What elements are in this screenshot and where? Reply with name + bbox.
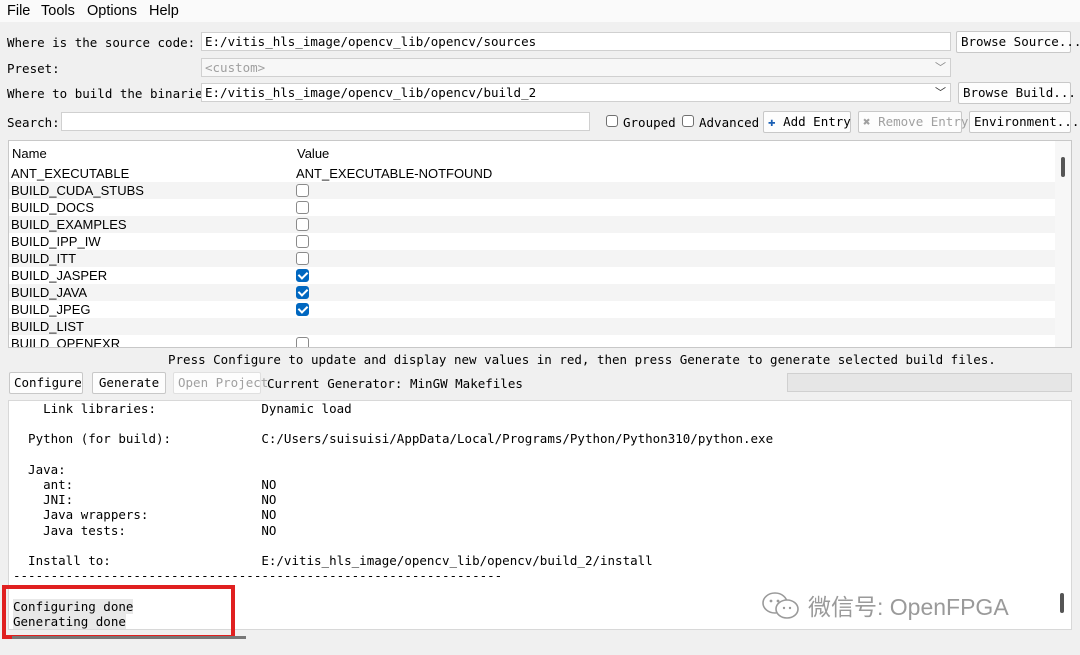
output-line: Link libraries: Dynamic load [13, 401, 352, 416]
browse-source-button[interactable]: Browse Source... [956, 31, 1080, 53]
table-row[interactable]: BUILD_DOCS [9, 199, 1056, 216]
menu-bar: File Tools Options Help [0, 0, 1080, 22]
grouped-checkbox[interactable] [606, 115, 618, 127]
row-name: BUILD_EXAMPLES [11, 217, 127, 232]
build-label: Where to build the binaries: [7, 86, 218, 101]
build-path-value: E:/vitis_hls_image/opencv_lib/opencv/bui… [205, 85, 537, 100]
source-label: Where is the source code: [7, 35, 196, 50]
row-value-checkbox[interactable] [296, 269, 309, 282]
plus-icon: ✚ [768, 114, 776, 129]
configure-button[interactable]: Configure [9, 372, 83, 394]
output-line: Python (for build): C:/Users/suisuisi/Ap… [13, 431, 774, 447]
remove-icon: ✖ [863, 114, 871, 129]
menu-tools[interactable]: Tools [41, 3, 75, 19]
row-value-checkbox[interactable] [296, 201, 309, 214]
row-name: BUILD_LIST [11, 319, 84, 334]
watermark: 微信号: OpenFPGA [760, 588, 1009, 628]
table-scrollbar[interactable] [1055, 141, 1071, 347]
hint-text: Press Configure to update and display ne… [168, 352, 996, 367]
row-name: BUILD_JASPER [11, 268, 108, 283]
highlight-box [2, 585, 235, 639]
row-value-checkbox[interactable] [296, 286, 309, 299]
output-line: Java tests: NO [13, 522, 277, 538]
preset-value: <custom> [205, 60, 266, 75]
horizontal-scroll-thumb[interactable] [12, 636, 246, 639]
advanced-label: Advanced [699, 115, 760, 130]
add-entry-button[interactable]: ✚ Add Entry [763, 111, 851, 133]
row-name: BUILD_OPENEXR [11, 336, 121, 348]
row-name: BUILD_CUDA_STUBS [11, 183, 144, 198]
preset-label: Preset: [7, 61, 60, 76]
row-value-checkbox[interactable] [296, 235, 309, 248]
table-row[interactable]: BUILD_LIST [9, 318, 1056, 335]
watermark-text: 微信号: OpenFPGA [808, 594, 1009, 620]
output-line: JNI: NO [13, 492, 277, 508]
table-row[interactable]: BUILD_IPP_IW [9, 233, 1056, 250]
output-line: Java wrappers: NO [13, 507, 277, 523]
output-scroll-thumb[interactable] [1060, 593, 1064, 613]
row-name: BUILD_JAVA [11, 285, 88, 300]
row-name: BUILD_DOCS [11, 200, 95, 215]
row-name: ANT_EXECUTABLE [11, 166, 130, 181]
menu-options[interactable]: Options [87, 3, 137, 19]
environment-button[interactable]: Environment... [969, 111, 1079, 133]
table-row[interactable]: BUILD_ITT [9, 250, 1056, 267]
add-entry-label: Add Entry [783, 114, 851, 129]
search-input[interactable] [61, 112, 590, 131]
table-row[interactable]: BUILD_CUDA_STUBS [9, 182, 1056, 199]
remove-entry-button: ✖ Remove Entry [858, 111, 968, 133]
wechat-icon [760, 590, 802, 628]
open-project-button: Open Project [173, 372, 268, 394]
build-path-combo[interactable]: E:/vitis_hls_image/opencv_lib/opencv/bui… [201, 83, 951, 102]
row-value-checkbox[interactable] [296, 303, 309, 316]
browse-build-button[interactable]: Browse Build... [958, 82, 1076, 104]
preset-select: <custom> ﹀ [201, 58, 951, 77]
cache-table[interactable]: Name Value ANT_EXECUTABLE ANT_EXECUTABLE-… [8, 140, 1072, 348]
advanced-checkbox[interactable] [682, 115, 694, 127]
output-line: Install to: E:/vitis_hls_image/opencv_li… [13, 553, 653, 568]
menu-help[interactable]: Help [149, 3, 179, 19]
source-path-field[interactable]: E:/vitis_hls_image/opencv_lib/opencv/sou… [201, 32, 951, 51]
progress-bar [787, 373, 1072, 392]
row-name: BUILD_JPEG [11, 302, 91, 317]
search-label: Search: [7, 115, 60, 130]
output-line: ant: NO [13, 477, 277, 492]
chevron-down-icon[interactable]: ﹀ [935, 84, 946, 100]
current-generator: Current Generator: MinGW Makefiles [267, 376, 523, 391]
row-name: BUILD_IPP_IW [11, 234, 101, 249]
row-value[interactable]: ANT_EXECUTABLE-NOTFOUND [296, 165, 492, 182]
output-line: ----------------------------------------… [13, 568, 503, 584]
table-row[interactable]: ANT_EXECUTABLE ANT_EXECUTABLE-NOTFOUND [9, 165, 1056, 182]
table-row[interactable]: BUILD_JAVA [9, 284, 1056, 301]
row-value-checkbox[interactable] [296, 218, 309, 231]
header-value: Value [297, 146, 330, 161]
table-row[interactable]: BUILD_OPENEXR [9, 335, 1056, 348]
row-name: BUILD_ITT [11, 251, 77, 266]
table-header: Name Value [9, 141, 1056, 165]
scroll-thumb[interactable] [1061, 157, 1065, 177]
generate-button[interactable]: Generate [92, 372, 166, 394]
header-name: Name [12, 146, 47, 161]
table-row[interactable]: BUILD_JPEG [9, 301, 1056, 318]
chevron-down-icon: ﹀ [935, 61, 946, 74]
output-line: Java: [13, 461, 66, 477]
row-value-checkbox[interactable] [296, 184, 309, 197]
table-row[interactable]: BUILD_JASPER [9, 267, 1056, 284]
remove-entry-label: Remove Entry [878, 114, 969, 129]
menu-file[interactable]: File [7, 3, 30, 19]
row-value-checkbox[interactable] [296, 337, 309, 347]
table-row[interactable]: BUILD_EXAMPLES [9, 216, 1056, 233]
row-value-checkbox[interactable] [296, 252, 309, 265]
grouped-label: Grouped [623, 115, 676, 130]
